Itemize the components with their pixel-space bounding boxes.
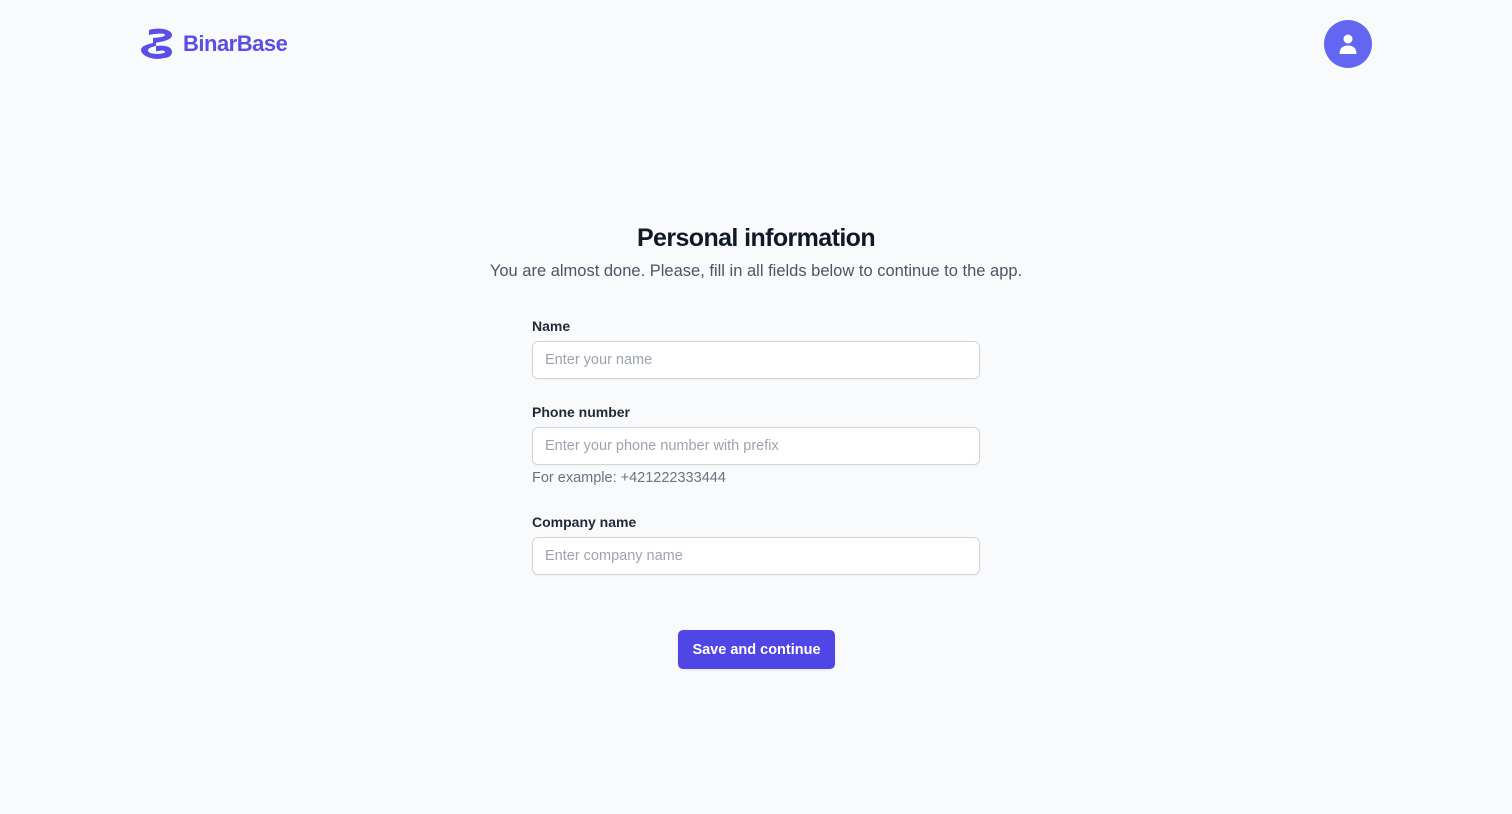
company-name-label: Company name xyxy=(532,514,637,530)
user-icon xyxy=(1339,34,1357,54)
page-title: Personal information xyxy=(636,224,876,252)
phone-number-input[interactable] xyxy=(532,427,980,465)
user-account-button[interactable] xyxy=(1324,20,1372,68)
phone-number-hint: For example: +421222333444 xyxy=(532,470,726,486)
onboarding-page: BinarBase Personal information You are a… xyxy=(0,0,1512,814)
brand-name: BinarBase xyxy=(183,31,288,56)
name-label: Name xyxy=(532,318,571,334)
company-name-input[interactable] xyxy=(532,537,980,575)
name-input[interactable] xyxy=(532,341,980,379)
save-and-continue-button[interactable]: Save and continue xyxy=(678,630,835,669)
brand[interactable]: BinarBase xyxy=(140,28,288,60)
binarbase-logo-icon xyxy=(141,28,172,59)
phone-number-label: Phone number xyxy=(532,404,631,420)
page-subtitle: You are almost done. Please, fill in all… xyxy=(489,262,1023,280)
